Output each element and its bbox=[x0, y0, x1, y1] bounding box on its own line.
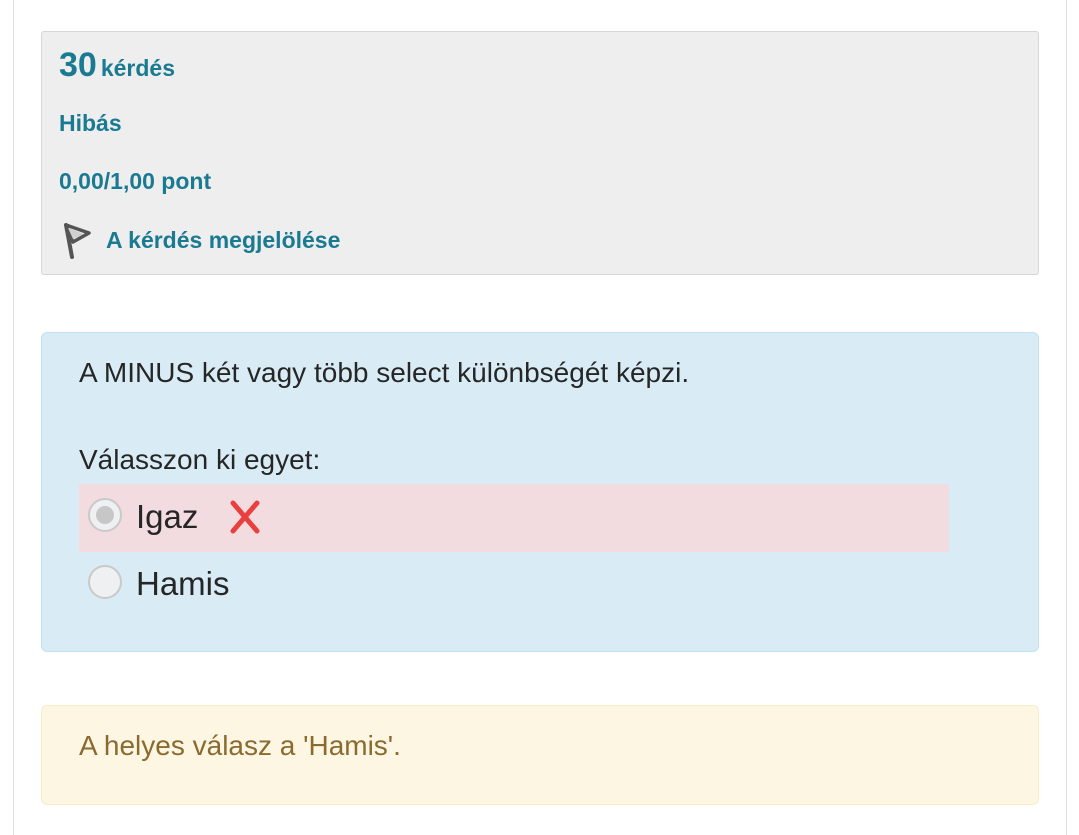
content-right-border bbox=[1066, 0, 1067, 835]
answer-option-igaz[interactable]: Igaz bbox=[79, 484, 949, 552]
right-answer-text: A helyes válasz a 'Hamis'. bbox=[79, 730, 401, 761]
quiz-review-page: 30 kérdés Hibás 0,00/1,00 pont A kérdés m… bbox=[0, 0, 1079, 835]
flag-icon[interactable] bbox=[59, 220, 95, 260]
question-formulation: A MINUS két vagy több select különbségét… bbox=[41, 332, 1039, 652]
answer-label-hamis[interactable]: Hamis bbox=[136, 565, 230, 603]
content-left-border bbox=[13, 0, 14, 835]
right-answer-feedback: A helyes válasz a 'Hamis'. bbox=[41, 705, 1039, 805]
incorrect-cross-icon bbox=[227, 498, 263, 536]
flag-question-link[interactable]: A kérdés megjelölése bbox=[59, 218, 340, 262]
question-number-label: kérdés bbox=[100, 55, 175, 81]
question-number-value: 30 bbox=[59, 46, 97, 84]
answer-radio-igaz[interactable] bbox=[88, 498, 122, 532]
answer-option-hamis[interactable]: Hamis bbox=[79, 551, 949, 619]
question-state: Hibás bbox=[59, 110, 122, 136]
question-info-panel: 30 kérdés Hibás 0,00/1,00 pont A kérdés m… bbox=[41, 31, 1039, 275]
answer-label-igaz[interactable]: Igaz bbox=[136, 498, 198, 536]
question-number: 30 kérdés bbox=[59, 46, 175, 85]
answer-prompt: Válasszon ki egyet: bbox=[79, 444, 321, 475]
answer-radio-hamis[interactable] bbox=[88, 565, 122, 599]
flag-question-label[interactable]: A kérdés megjelölése bbox=[106, 227, 340, 254]
question-grade: 0,00/1,00 pont bbox=[59, 168, 212, 194]
question-text: A MINUS két vagy több select különbségét… bbox=[79, 357, 690, 388]
